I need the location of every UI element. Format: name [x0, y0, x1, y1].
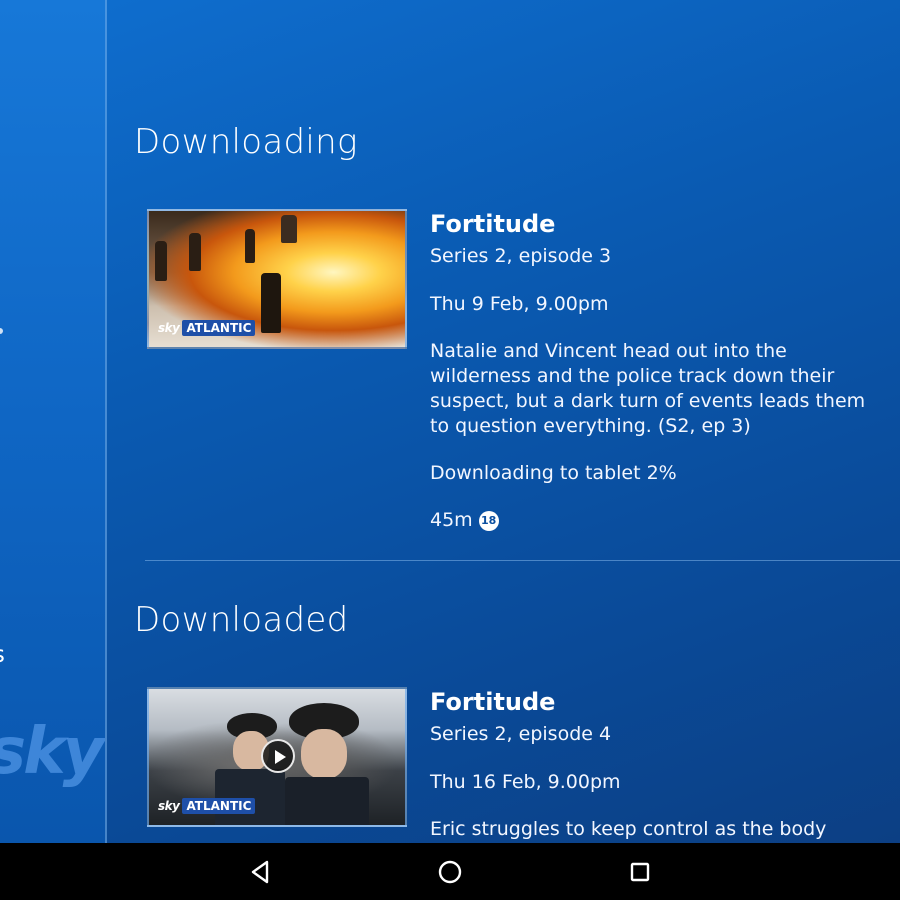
section-title-downloading: Downloading: [134, 122, 358, 162]
sky-logo: sky: [0, 715, 104, 789]
thumbnail-figure: [301, 729, 347, 779]
sidebar-item-downloads[interactable]: ls: [0, 642, 5, 668]
app-screen: ls sky Downloading sky ATLANTIC Fortitud…: [0, 0, 900, 900]
episode-description: Natalie and Vincent head out into the wi…: [430, 340, 866, 437]
episode-duration: 45m: [430, 509, 473, 531]
channel-brand: sky: [158, 321, 180, 335]
channel-brand: sky: [158, 799, 180, 813]
episode-airdate: Thu 9 Feb, 9.00pm: [430, 293, 609, 315]
episode-meta: 45m 18: [430, 508, 886, 533]
play-icon[interactable]: [261, 739, 295, 773]
thumbnail-figure: [261, 273, 281, 333]
episode-thumbnail[interactable]: sky ATLANTIC: [147, 209, 407, 349]
thumbnail-figure: [155, 241, 167, 281]
thumbnail-figure: [245, 229, 255, 263]
episode-subtitle: Series 2, episode 3: [430, 245, 612, 267]
thumbnail-figure: [281, 215, 297, 243]
channel-badge: sky ATLANTIC: [155, 319, 256, 337]
episode-title: Fortitude: [430, 688, 556, 716]
channel-badge: sky ATLANTIC: [155, 797, 256, 815]
episode-airdate: Thu 16 Feb, 9.00pm: [430, 771, 621, 793]
section-divider: [145, 560, 900, 561]
episode-thumbnail[interactable]: sky ATLANTIC: [147, 687, 407, 827]
channel-name: ATLANTIC: [182, 798, 256, 814]
sidebar: ls sky: [0, 0, 105, 843]
section-title-downloaded: Downloaded: [134, 600, 349, 640]
episode-info: Fortitude Series 2, episode 3 Thu 9 Feb,…: [430, 209, 886, 533]
episode-description: Eric struggles to keep control as the bo…: [430, 818, 827, 840]
sidebar-indicator: [0, 328, 3, 334]
downloads-content: Downloading sky ATLANTIC Fortitude Serie…: [107, 0, 900, 843]
back-icon[interactable]: [245, 857, 275, 887]
home-icon[interactable]: [435, 857, 465, 887]
download-status: Downloading to tablet 2%: [430, 462, 677, 484]
channel-name: ATLANTIC: [182, 320, 256, 336]
recents-icon[interactable]: [625, 857, 655, 887]
thumbnail-figure: [285, 777, 369, 825]
system-nav-bar: [0, 843, 900, 900]
episode-title: Fortitude: [430, 210, 556, 238]
episode-info: Fortitude Series 2, episode 4 Thu 16 Feb…: [430, 687, 886, 842]
age-rating-badge: 18: [478, 510, 499, 531]
episode-subtitle: Series 2, episode 4: [430, 723, 612, 745]
thumbnail-figure: [189, 233, 201, 271]
